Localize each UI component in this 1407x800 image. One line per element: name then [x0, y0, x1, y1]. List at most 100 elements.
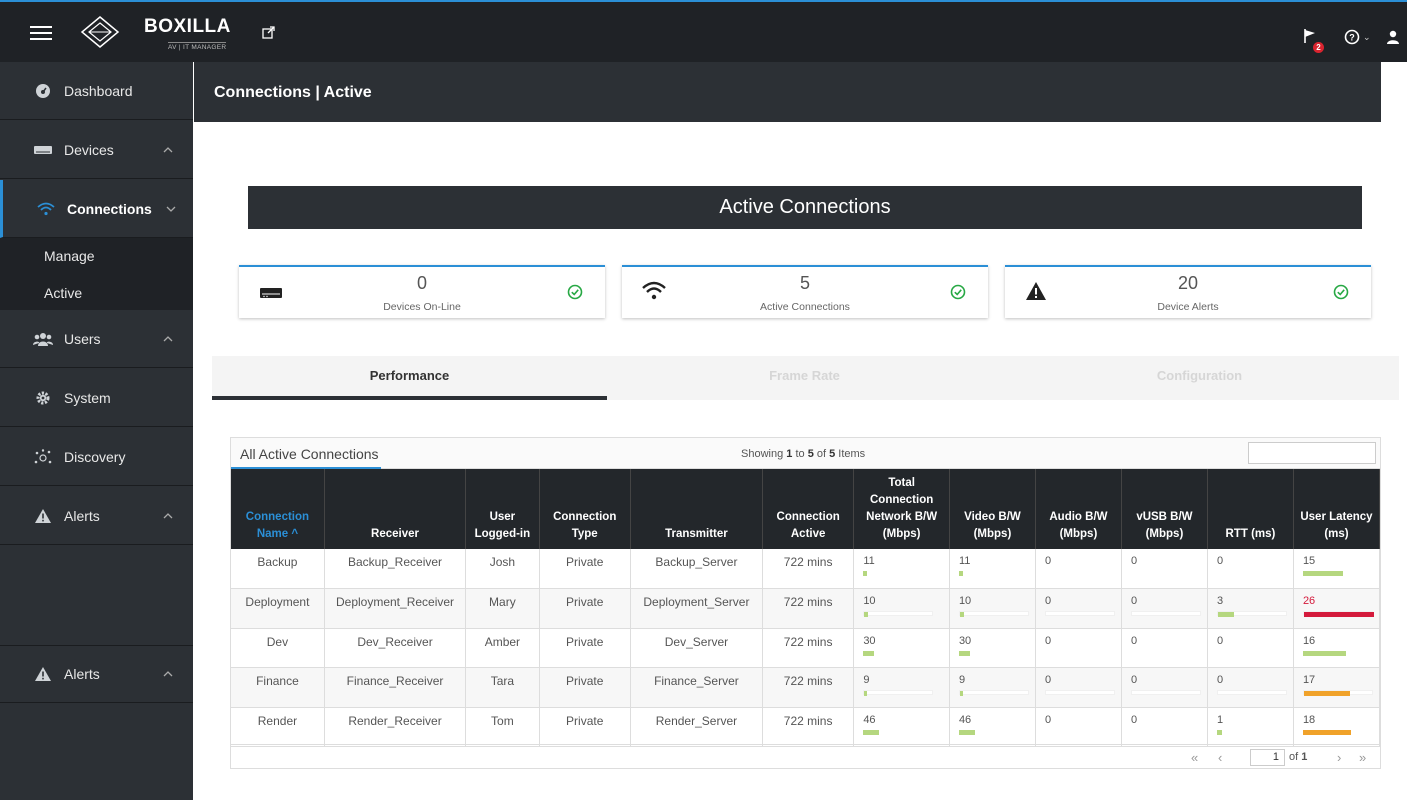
external-link-icon[interactable]: [262, 26, 276, 40]
dashboard-icon: [33, 81, 53, 101]
cell-type: Private: [539, 667, 631, 708]
chevron-up-icon[interactable]: [162, 333, 174, 345]
column-header-vusb-bw[interactable]: vUSB B/W (Mbps): [1121, 469, 1208, 549]
gear-icon: [33, 388, 53, 408]
table-row[interactable]: Deployment Deployment_Receiver Mary Private…: [231, 588, 1381, 629]
cell-audio-bw: 0: [1035, 549, 1122, 589]
sidebar-item-alerts[interactable]: Alerts: [0, 487, 193, 545]
table-row[interactable]: Finance Finance_Receiver Tara Private Financ…: [231, 667, 1381, 708]
top-bar: BOXILLA AV | IT MANAGER 2 ? ⌄: [0, 0, 1407, 62]
cell-active: 722 mins: [762, 707, 855, 747]
device-icon: [33, 140, 53, 160]
sidebar-item-users[interactable]: Users: [0, 310, 193, 368]
panel-title: All Active Connections: [240, 446, 379, 462]
cell-total-bw: 9: [853, 667, 950, 708]
cell-type: Private: [539, 588, 631, 629]
tab-performance[interactable]: Performance: [212, 368, 607, 383]
chevron-up-icon[interactable]: [162, 510, 174, 522]
help-icon[interactable]: ?: [1344, 29, 1360, 45]
sidebar-item-dashboard[interactable]: Dashboard: [0, 62, 193, 120]
cell-latency: 26: [1293, 588, 1381, 629]
flag-icon[interactable]: [1303, 28, 1317, 44]
sidebar-item-connections[interactable]: Connections: [0, 180, 193, 238]
table-row[interactable]: Render Render_Receiver Tom Private Render_Se…: [231, 707, 1381, 747]
next-page-button[interactable]: ›: [1337, 750, 1341, 765]
submenu-item-active[interactable]: Active: [44, 285, 82, 301]
cell-video-bw: 9: [949, 667, 1036, 708]
table-row[interactable]: Backup Backup_Receiver Josh Private Backup_S…: [231, 549, 1381, 589]
users-icon: [33, 329, 53, 349]
column-header-total-bw[interactable]: Total Connection Network B/W (Mbps): [853, 469, 950, 549]
column-header-receiver[interactable]: Receiver: [324, 469, 467, 549]
column-header-active[interactable]: Connection Active: [762, 469, 855, 549]
cell-connection-name: Deployment: [231, 588, 325, 629]
column-header-transmitter[interactable]: Transmitter: [630, 469, 763, 549]
cell-value: 0: [1216, 555, 1224, 567]
table-row[interactable]: Dev Dev_Receiver Amber Private Dev_Server 722…: [231, 628, 1381, 668]
column-header-audio-bw[interactable]: Audio B/W (Mbps): [1035, 469, 1122, 549]
meter-bar: [1130, 690, 1201, 695]
page-number-input[interactable]: 1: [1250, 749, 1285, 766]
chevron-up-icon[interactable]: [162, 144, 174, 156]
previous-page-button[interactable]: ‹: [1218, 750, 1222, 765]
tab-configuration[interactable]: Configuration: [1002, 368, 1397, 383]
cell-total-bw: 46: [853, 707, 950, 747]
meter-bar: [958, 729, 1029, 735]
chevron-up-icon[interactable]: [162, 668, 174, 680]
menu-icon[interactable]: [30, 26, 52, 42]
submenu-item-manage[interactable]: Manage: [44, 248, 95, 264]
column-header-video-bw[interactable]: Video B/W (Mbps): [949, 469, 1036, 549]
column-header-rtt[interactable]: RTT (ms): [1207, 469, 1294, 549]
cell-value: 3: [1216, 595, 1224, 607]
table-pager: « ‹ 1 of 1 › »: [231, 744, 1380, 769]
cell-receiver: Render_Receiver: [324, 707, 467, 747]
cell-value: 1: [1216, 713, 1224, 726]
cell-value: 0: [1044, 713, 1052, 726]
meter-bar: [1302, 690, 1373, 696]
column-header-latency[interactable]: User Latency (ms): [1293, 469, 1381, 549]
column-header-type[interactable]: Connection Type: [539, 469, 631, 549]
cell-type: Private: [539, 707, 631, 747]
check-circle-icon: [567, 284, 583, 300]
meter-fill: [1302, 650, 1346, 656]
meter-bar: [1217, 651, 1287, 656]
meter-bar: [1131, 730, 1201, 735]
chevron-down-icon[interactable]: [165, 203, 177, 215]
cell-transmitter: Dev_Server: [630, 628, 763, 668]
cell-connection-name: Render: [231, 707, 325, 747]
user-icon[interactable]: [1386, 30, 1400, 44]
meter-fill: [1303, 691, 1350, 696]
sidebar-item-label: Dashboard: [64, 82, 133, 99]
meter-bar: [863, 611, 934, 617]
sidebar-item-alerts-secondary[interactable]: Alerts: [0, 645, 193, 703]
cell-latency: 15: [1293, 549, 1381, 589]
cell-value: 0: [1130, 595, 1138, 607]
meter-bar: [958, 611, 1029, 617]
meter-bar: [1130, 611, 1201, 616]
table-search-input[interactable]: [1248, 442, 1376, 464]
warning-icon: [33, 506, 53, 526]
cell-value: 0: [1044, 634, 1052, 647]
first-page-button[interactable]: «: [1191, 750, 1198, 765]
meter-bar: [958, 571, 1029, 576]
sidebar-item-discovery[interactable]: Discovery: [0, 428, 193, 486]
last-page-button[interactable]: »: [1359, 750, 1366, 765]
meter-fill: [1216, 729, 1222, 735]
cell-video-bw: 10: [949, 588, 1036, 629]
cell-rtt: 0: [1207, 667, 1294, 708]
column-header-connection-name[interactable]: Connection Name ^: [231, 469, 325, 549]
chevron-down-icon[interactable]: ⌄: [1363, 32, 1371, 43]
tab-frame-rate[interactable]: Frame Rate: [607, 368, 1002, 383]
cell-user: Amber: [465, 628, 540, 668]
meter-fill: [1302, 571, 1343, 576]
cell-active: 722 mins: [762, 667, 855, 708]
meter-fill: [958, 729, 975, 735]
column-header-user[interactable]: User Logged-in: [465, 469, 540, 549]
meter-bar: [1302, 729, 1373, 735]
alert-count-badge: 2: [1313, 42, 1324, 53]
cell-connection-name: Finance: [231, 667, 325, 708]
meter-bar: [1216, 729, 1287, 735]
sidebar-item-system[interactable]: System: [0, 369, 193, 427]
cell-active: 722 mins: [762, 549, 855, 589]
sidebar-item-devices[interactable]: Devices: [0, 121, 193, 179]
